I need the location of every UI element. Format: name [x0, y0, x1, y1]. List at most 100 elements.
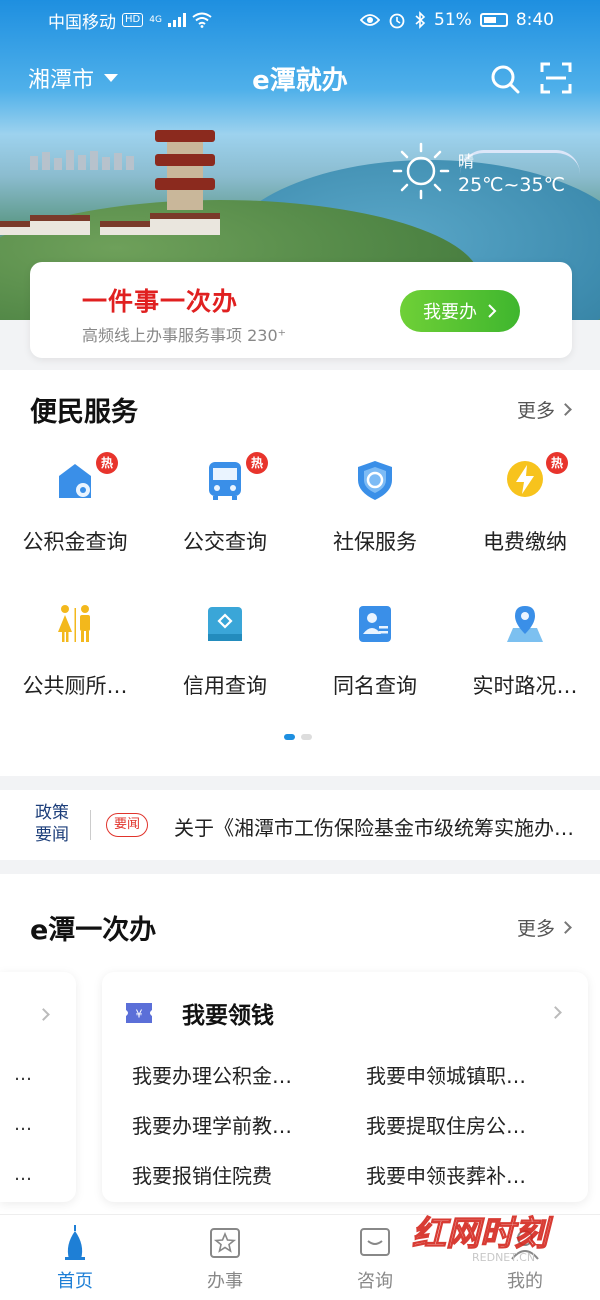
- service-label: 信用查询: [183, 674, 267, 698]
- alarm-icon: [389, 13, 405, 29]
- bluetooth-icon: [415, 11, 426, 29]
- previous-card-row: …: [14, 1164, 32, 1185]
- svg-text:红网时刻: 红网时刻: [412, 1214, 554, 1254]
- one-thing-card[interactable]: 一件事一次办 高频线上办事服务事项 230⁺ 我要办: [30, 262, 572, 358]
- chevron-right-icon: [559, 921, 572, 934]
- service-label: 公积金查询: [22, 530, 128, 554]
- card-item[interactable]: 我要申领城镇职…: [366, 1060, 526, 1089]
- chat-icon: [360, 1228, 390, 1256]
- section-title-services: 便民服务: [30, 397, 138, 428]
- scan-icon[interactable]: [540, 62, 572, 94]
- more-label: 更多: [516, 918, 555, 940]
- battery-icon: [479, 13, 508, 27]
- sun-icon: [392, 142, 450, 200]
- page-dot-active: [284, 734, 295, 740]
- top-bar: 湘潭市 e潭就办: [0, 52, 600, 104]
- money-ticket-icon: ¥: [126, 1003, 152, 1023]
- i-want-to-handle-button[interactable]: 我要办: [400, 290, 520, 332]
- tag-line-2: 要闻: [35, 825, 69, 845]
- map-pin-icon: [507, 606, 543, 642]
- one-thing-subtitle: 高频线上办事服务事项 230⁺: [82, 326, 287, 345]
- clock-time: 8:40: [515, 10, 554, 30]
- service-label: 社保服务: [333, 530, 417, 554]
- search-icon[interactable]: [490, 64, 520, 94]
- service-electricity[interactable]: 热 电费缴纳: [450, 450, 600, 570]
- tab-label: 办事: [207, 1271, 243, 1292]
- more-label: 更多: [516, 400, 555, 422]
- housing-fund-icon: [59, 464, 91, 498]
- e-once-section: e潭一次办 更多 … … … ¥ 我要领钱 我要办理公积金… 我要申领城镇职… …: [0, 874, 600, 1214]
- service-label: 同名查询: [333, 674, 417, 698]
- service-label: 电费缴纳: [483, 530, 567, 554]
- one-thing-title: 一件事一次办: [82, 287, 239, 316]
- pavilion-tower-image: [155, 130, 215, 210]
- service-label: 公交查询: [183, 530, 267, 554]
- news-badge: 要闻: [106, 813, 149, 837]
- chevron-right-icon: [559, 403, 572, 416]
- service-traffic[interactable]: 实时路况…: [450, 594, 600, 714]
- service-bus[interactable]: 热 公交查询: [150, 450, 300, 570]
- service-label: 实时路况…: [472, 674, 578, 698]
- previous-card-row: …: [14, 1064, 32, 1085]
- service-housing-fund[interactable]: 热 公积金查询: [0, 450, 150, 570]
- service-same-name[interactable]: 同名查询: [300, 594, 450, 714]
- service-label: 公共厕所…: [22, 674, 128, 698]
- person-card-icon: [359, 606, 391, 642]
- svg-text:REDNET.CN: REDNET.CN: [472, 1251, 535, 1264]
- policy-news-tag: 政策 要闻: [30, 802, 74, 846]
- services-more-link[interactable]: 更多: [516, 396, 572, 423]
- e-once-more-link[interactable]: 更多: [516, 914, 572, 941]
- i-want-to-handle-label: 我要办: [423, 302, 477, 323]
- chevron-right-icon: [488, 304, 497, 318]
- card-item[interactable]: 我要申领丧葬补…: [366, 1160, 526, 1189]
- section-title-e-once: e潭一次办: [30, 915, 157, 946]
- tag-line-1: 政策: [35, 803, 69, 823]
- battery-percent: 51%: [434, 10, 472, 30]
- home-tower-icon: [65, 1225, 85, 1260]
- get-money-card[interactable]: ¥ 我要领钱 我要办理公积金… 我要申领城镇职… 我要办理学前教… 我要提取住房…: [102, 972, 588, 1202]
- weather-temperature: 25℃~35℃: [458, 174, 565, 196]
- signal-icon: [167, 13, 186, 27]
- divider: [90, 810, 91, 840]
- service-social-security[interactable]: 社保服务: [300, 450, 450, 570]
- card-item[interactable]: 我要报销住院费: [132, 1160, 272, 1189]
- card-title: 我要领钱: [182, 1003, 274, 1029]
- tab-home[interactable]: 首页: [0, 1215, 150, 1300]
- carrier-label: 中国移动: [48, 12, 116, 33]
- rednet-watermark: 红网时刻 REDNET.CN: [411, 1213, 554, 1264]
- service-credit[interactable]: 信用查询: [150, 594, 300, 714]
- lightning-icon: [507, 461, 543, 497]
- svg-text:¥: ¥: [136, 1008, 143, 1021]
- weather-condition: 晴: [458, 152, 475, 171]
- policy-news-bar[interactable]: 政策 要闻 要闻 关于《湘潭市工伤保险基金市级统筹实施办法》的政策解读: [0, 790, 600, 860]
- previous-card[interactable]: … … …: [0, 972, 76, 1202]
- wifi-icon: [192, 12, 212, 28]
- previous-card-row: …: [14, 1114, 32, 1135]
- service-public-toilet[interactable]: 公共厕所…: [0, 594, 150, 714]
- network-label: 4G: [149, 14, 162, 25]
- page-indicator: [284, 734, 312, 740]
- chevron-right-icon: [549, 1006, 562, 1019]
- status-bar: 中国移动 HD 4G 51% 8:40: [0, 0, 600, 40]
- eye-icon: [360, 14, 381, 26]
- tab-label: 首页: [57, 1271, 93, 1292]
- news-headline[interactable]: 关于《湘潭市工伤保险基金市级统筹实施办法》的政策解读: [174, 812, 574, 841]
- hot-badge: 热: [246, 452, 268, 474]
- tab-services[interactable]: 办事: [150, 1215, 300, 1300]
- hd-badge: HD: [122, 13, 144, 27]
- card-item[interactable]: 我要办理公积金…: [132, 1060, 292, 1089]
- page-dot: [301, 734, 312, 740]
- bus-icon: [209, 462, 241, 500]
- weather-widget[interactable]: 晴 25℃~35℃: [390, 140, 590, 210]
- card-item[interactable]: 我要提取住房公…: [366, 1110, 526, 1139]
- star-doc-icon: [210, 1228, 240, 1258]
- restroom-icon: [58, 605, 90, 642]
- convenience-services-section: 便民服务 更多 热 公积金查询 热 公交查询 社保服务 热 电费缴纳 公共厕所…: [0, 370, 600, 776]
- chevron-right-icon: [37, 1008, 50, 1021]
- credit-icon: [208, 607, 242, 641]
- skyline-image: [30, 150, 150, 170]
- card-item[interactable]: 我要办理学前教…: [132, 1110, 292, 1139]
- hot-badge: 热: [96, 452, 118, 474]
- social-security-shield-icon: [358, 461, 392, 500]
- hot-badge: 热: [546, 452, 568, 474]
